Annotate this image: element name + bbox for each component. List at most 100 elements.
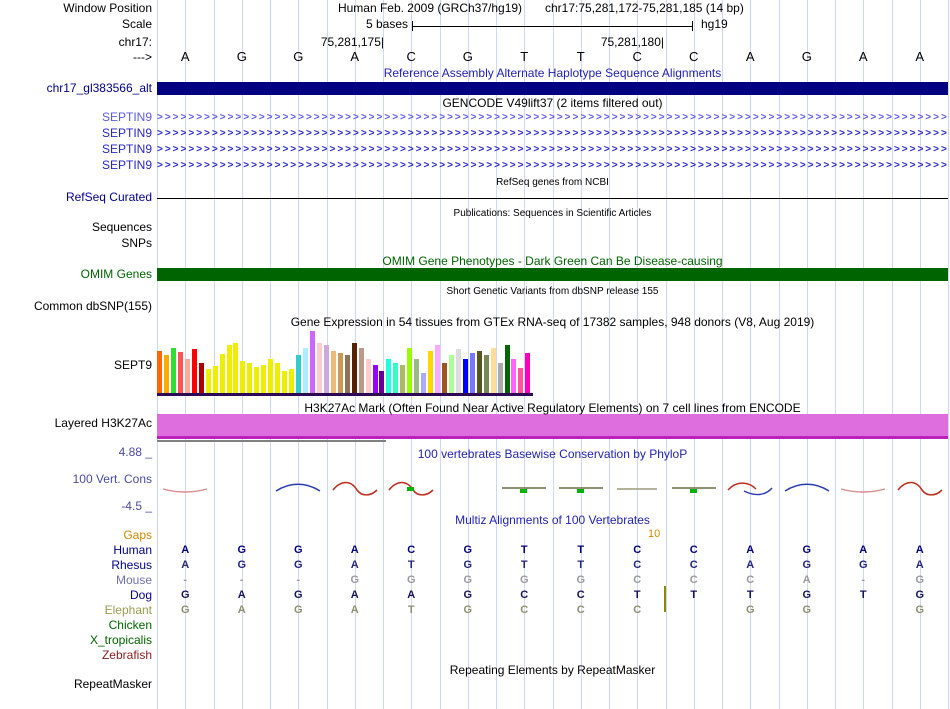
gtex-expression-bar[interactable]: [469, 353, 475, 393]
gtex-expression-bar[interactable]: [316, 343, 322, 393]
phylop-wiggle[interactable]: [892, 477, 948, 503]
gtex-expression-bar[interactable]: [518, 368, 524, 393]
label-omim-genes[interactable]: OMIM Genes: [0, 268, 152, 281]
track-title-h3k27ac[interactable]: H3K27Ac Mark (Often Found Near Active Re…: [157, 401, 948, 415]
h3k27ac-signal[interactable]: [157, 414, 948, 436]
gtex-expression-bar[interactable]: [365, 359, 371, 393]
label-mouse[interactable]: Mouse: [0, 574, 152, 587]
label-human[interactable]: Human: [0, 544, 152, 557]
gtex-expression-bar[interactable]: [309, 331, 315, 393]
label-zebrafish[interactable]: Zebrafish: [0, 649, 152, 662]
gtex-expression-bar[interactable]: [428, 351, 434, 393]
phylop-wiggle[interactable]: [835, 477, 891, 503]
track-title-multiz[interactable]: Multiz Alignments of 100 Vertebrates: [157, 513, 948, 527]
gtex-expression-bar[interactable]: [233, 343, 239, 393]
track-title-phylop[interactable]: 100 vertebrates Basewise Conservation by…: [157, 447, 948, 461]
phylop-wiggle[interactable]: [383, 477, 439, 503]
gtex-expression-bar[interactable]: [296, 355, 301, 393]
gtex-expression-bar[interactable]: [483, 355, 489, 393]
label-common-dbsnp[interactable]: Common dbSNP(155): [0, 300, 152, 313]
label-rhesus[interactable]: Rhesus: [0, 559, 152, 572]
phylop-wiggle[interactable]: [327, 477, 383, 503]
gtex-expression-bar[interactable]: [282, 371, 288, 393]
label-dog[interactable]: Dog: [0, 589, 152, 602]
gtex-expression-bar[interactable]: [205, 369, 211, 393]
gtex-expression-bar[interactable]: [219, 354, 225, 393]
phylop-wiggle[interactable]: [779, 477, 835, 503]
phylop-wiggle[interactable]: [722, 477, 778, 503]
gtex-expression-bar[interactable]: [511, 359, 517, 393]
gtex-expression-bar[interactable]: [476, 351, 482, 393]
gtex-expression-bar[interactable]: [372, 365, 378, 393]
gtex-expression-bar[interactable]: [462, 359, 468, 393]
label-elephant[interactable]: Elephant: [0, 604, 152, 617]
gene-septin9-strand-arrows[interactable]: >>>>>>>>>>>>>>>>>>>>>>>>>>>>>>>>>>>>>>>>…: [157, 127, 948, 141]
gtex-expression-bar[interactable]: [198, 363, 204, 393]
gtex-expression-bar[interactable]: [184, 359, 190, 393]
gtex-expression-bar[interactable]: [490, 348, 496, 393]
gtex-expression-bar[interactable]: [358, 348, 364, 393]
track-title-omim[interactable]: OMIM Gene Phenotypes - Dark Green Can Be…: [157, 254, 948, 268]
label-alt-haplotype[interactable]: chr17_gl383566_alt: [0, 82, 152, 95]
gtex-expression-bar[interactable]: [177, 352, 183, 393]
gtex-expression-bar[interactable]: [323, 345, 329, 393]
label-repeatmasker[interactable]: RepeatMasker: [0, 678, 152, 691]
gtex-expression-bar[interactable]: [400, 365, 406, 393]
gtex-expression-bar[interactable]: [289, 369, 295, 393]
gtex-expression-bar[interactable]: [254, 367, 260, 393]
label-septin9-2[interactable]: SEPTIN9: [0, 127, 152, 140]
gtex-expression-bar[interactable]: [386, 359, 392, 393]
phylop-wiggle[interactable]: [553, 477, 609, 503]
gtex-expression-bar[interactable]: [455, 349, 461, 393]
label-refseq-curated[interactable]: RefSeq Curated: [0, 191, 152, 204]
label-septin9-1[interactable]: SEPTIN9: [0, 111, 152, 124]
track-title-refseq[interactable]: RefSeq genes from NCBI: [157, 177, 948, 188]
gene-septin9-strand-arrows[interactable]: >>>>>>>>>>>>>>>>>>>>>>>>>>>>>>>>>>>>>>>>…: [157, 111, 948, 125]
gtex-expression-bar[interactable]: [261, 365, 267, 393]
gtex-expression-bar[interactable]: [157, 351, 162, 393]
track-title-gencode[interactable]: GENCODE V49lift37 (2 items filtered out): [157, 96, 948, 110]
track-title-repeatmasker[interactable]: Repeating Elements by RepeatMasker: [157, 663, 948, 677]
gtex-expression-bar[interactable]: [441, 363, 447, 393]
label-snps[interactable]: SNPs: [0, 237, 152, 250]
gtex-expression-bar[interactable]: [275, 363, 281, 393]
gtex-expression-bar[interactable]: [379, 371, 385, 393]
label-x-tropicalis[interactable]: X_tropicalis: [0, 634, 152, 647]
gtex-expression-bar[interactable]: [344, 355, 350, 393]
gtex-expression-bar[interactable]: [226, 345, 232, 393]
gtex-expression-bar[interactable]: [421, 373, 427, 393]
gtex-expression-bar[interactable]: [247, 363, 253, 393]
gtex-expression-bar[interactable]: [170, 348, 176, 393]
alt-haplotype-item[interactable]: [157, 82, 948, 95]
gtex-expression-bar[interactable]: [268, 359, 274, 393]
gene-septin9-strand-arrows[interactable]: >>>>>>>>>>>>>>>>>>>>>>>>>>>>>>>>>>>>>>>>…: [157, 143, 948, 157]
gtex-expression-bar[interactable]: [212, 366, 218, 393]
label-100-vert-cons[interactable]: 100 Vert. Cons: [0, 473, 152, 486]
phylop-wiggle[interactable]: [157, 477, 213, 503]
refseq-curated-item[interactable]: [157, 198, 948, 199]
label-sequences[interactable]: Sequences: [0, 221, 152, 234]
gtex-expression-bar[interactable]: [337, 353, 343, 393]
gtex-expression-bar[interactable]: [504, 345, 510, 393]
label-septin9-4[interactable]: SEPTIN9: [0, 159, 152, 172]
gtex-expression-bar[interactable]: [240, 361, 246, 393]
label-layered-h3k27ac[interactable]: Layered H3K27Ac: [0, 417, 152, 430]
gtex-expression-bar[interactable]: [448, 355, 454, 393]
track-title-gtex[interactable]: Gene Expression in 54 tissues from GTEx …: [157, 315, 948, 329]
gtex-expression-bar[interactable]: [330, 351, 336, 393]
omim-genes-item[interactable]: [157, 268, 948, 281]
phylop-wiggle[interactable]: [609, 477, 665, 503]
phylop-wiggle[interactable]: [270, 477, 326, 503]
gene-septin9-strand-arrows[interactable]: >>>>>>>>>>>>>>>>>>>>>>>>>>>>>>>>>>>>>>>>…: [157, 159, 948, 173]
gtex-expression-bar[interactable]: [351, 343, 357, 393]
phylop-wiggle[interactable]: [496, 477, 552, 503]
track-title-publications[interactable]: Publications: Sequences in Scientific Ar…: [157, 208, 948, 219]
gtex-expression-bar[interactable]: [163, 355, 169, 393]
gtex-expression-bar[interactable]: [393, 363, 399, 393]
track-title-alt-haplotype[interactable]: Reference Assembly Alternate Haplotype S…: [157, 66, 948, 80]
gtex-expression-bar[interactable]: [407, 348, 413, 393]
label-chicken[interactable]: Chicken: [0, 619, 152, 632]
gtex-expression-bar[interactable]: [435, 345, 440, 393]
gtex-expression-bar[interactable]: [497, 363, 503, 393]
label-septin9-3[interactable]: SEPTIN9: [0, 143, 152, 156]
